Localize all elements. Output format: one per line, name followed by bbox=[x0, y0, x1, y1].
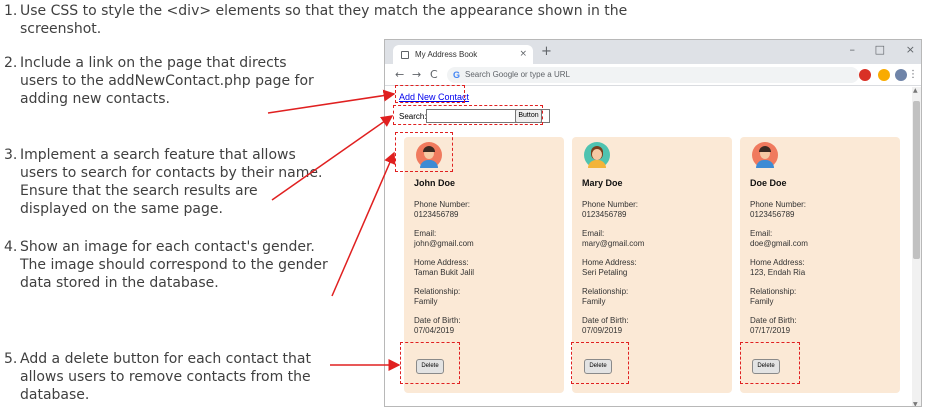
arrow-to-search bbox=[271, 115, 394, 201]
annotation-arrows bbox=[267, 89, 401, 371]
arrow-to-link bbox=[267, 89, 396, 114]
arrow-to-avatar bbox=[331, 151, 396, 297]
